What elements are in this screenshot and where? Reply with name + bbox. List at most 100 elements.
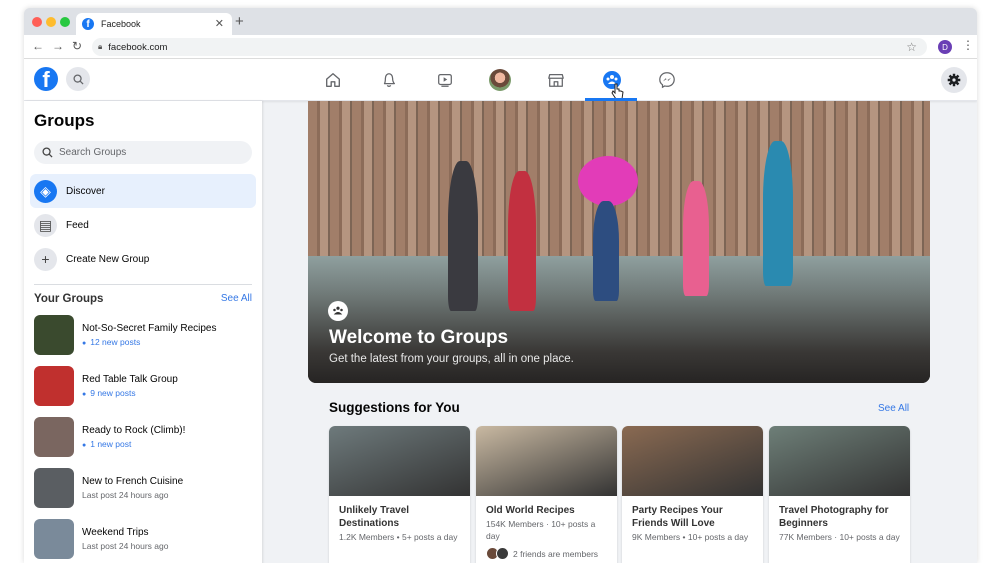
nav-messenger[interactable]: [656, 69, 678, 91]
tab-bar: f Facebook ✕ +: [24, 8, 977, 35]
nav-notifications[interactable]: [378, 69, 400, 91]
hero-figure: [448, 161, 478, 311]
arrow-right-icon[interactable]: →: [52, 39, 64, 53]
search-button[interactable]: [66, 67, 90, 91]
suggestion-card-name: Travel Photography for Beginners: [779, 505, 889, 529]
group-status: Last post 24 hours ago: [82, 490, 169, 500]
suggestion-card-image: [622, 426, 763, 496]
suggestion-card-meta: 154K Members · 10+ posts a day: [486, 519, 596, 541]
suggestion-card-meta: 77K Members · 10+ posts a day: [779, 532, 900, 542]
see-all-suggestions-link[interactable]: See All: [878, 403, 909, 414]
sidebar-item-feed[interactable]: ▤ Feed: [30, 208, 256, 242]
groups-icon: [328, 301, 348, 321]
search-placeholder: Search Groups: [59, 147, 127, 158]
group-list-item[interactable]: New to French Cuisine Last post 24 hours…: [34, 468, 252, 508]
hero-figure: [593, 201, 619, 301]
close-window-button[interactable]: [32, 17, 42, 27]
suggestion-card[interactable]: Unlikely Travel Destinations 1.2K Member…: [329, 426, 470, 563]
browser-tab[interactable]: f Facebook ✕: [76, 13, 232, 35]
suggestion-card-meta: 1.2K Members • 5+ posts a day: [339, 532, 458, 542]
group-name: Ready to Rock (Climb)!: [82, 425, 186, 436]
tab-title: Facebook: [101, 19, 141, 29]
welcome-hero-banner: Welcome to Groups Get the latest from yo…: [308, 101, 930, 383]
group-name: Not-So-Secret Family Recipes: [82, 323, 217, 334]
suggestion-card-name: Party Recipes Your Friends Will Love: [632, 505, 723, 529]
hero-pink-float: [578, 156, 638, 206]
profile-avatar: [489, 69, 511, 91]
group-thumbnail: [34, 519, 74, 559]
hero-figure: [763, 141, 793, 286]
group-thumbnail: [34, 417, 74, 457]
friends-text: 2 friends are members: [513, 548, 599, 559]
maximize-window-button[interactable]: [60, 17, 70, 27]
group-name: Red Table Talk Group: [82, 374, 178, 385]
browser-profile-avatar[interactable]: D: [938, 40, 952, 54]
store-icon: [548, 73, 564, 87]
friends-members: 2 friends are members: [486, 547, 607, 560]
browser-window: f Facebook ✕ + ← → ↻ 🔒︎ facebook.com ☆ D…: [24, 8, 977, 563]
facebook-top-nav: f: [24, 59, 977, 101]
suggestion-card-name: Old World Recipes: [486, 505, 575, 516]
sidebar-item-create-group[interactable]: + Create New Group: [30, 242, 256, 276]
group-list-item[interactable]: Red Table Talk Group 9 new posts: [34, 366, 252, 406]
url-text: facebook.com: [108, 41, 168, 53]
settings-button[interactable]: [941, 67, 967, 93]
arrow-left-icon[interactable]: ←: [32, 39, 44, 53]
new-tab-button[interactable]: +: [235, 13, 244, 30]
minimize-window-button[interactable]: [46, 17, 56, 27]
suggestion-card[interactable]: Old World Recipes 154K Members · 10+ pos…: [476, 426, 617, 563]
suggestion-card-image: [329, 426, 470, 496]
url-input[interactable]: 🔒︎ facebook.com ☆: [92, 38, 927, 56]
nav-profile[interactable]: [489, 69, 511, 91]
reload-icon[interactable]: ↻: [72, 39, 82, 53]
facebook-logo-icon[interactable]: f: [34, 67, 58, 91]
group-thumbnail: [34, 315, 74, 355]
compass-icon: ◈: [34, 179, 57, 203]
group-list-item[interactable]: Not-So-Secret Family Recipes 12 new post…: [34, 315, 252, 355]
friend-avatar: [496, 547, 509, 560]
search-groups-input[interactable]: Search Groups: [34, 141, 252, 164]
messenger-icon: [659, 72, 675, 89]
nav-marketplace[interactable]: [545, 69, 567, 91]
sidebar-item-label: Discover: [66, 185, 105, 197]
nav-watch[interactable]: [434, 69, 456, 91]
hero-subtitle: Get the latest from your groups, all in …: [329, 353, 574, 365]
hero-figure: [683, 181, 709, 296]
home-icon: [326, 73, 340, 87]
suggestion-card-meta: 9K Members • 10+ posts a day: [632, 532, 749, 542]
close-tab-icon[interactable]: ✕: [215, 17, 224, 30]
suggestion-card-image: [476, 426, 617, 496]
group-list: Not-So-Secret Family Recipes 12 new post…: [30, 315, 256, 559]
sidebar-item-label: Create New Group: [66, 253, 150, 265]
star-icon[interactable]: ☆: [906, 40, 917, 54]
your-groups-header: Your Groups See All: [34, 293, 252, 305]
suggestion-card-name: Unlikely Travel Destinations: [339, 505, 410, 529]
group-status: 1 new post: [82, 439, 185, 449]
your-groups-title: Your Groups: [34, 293, 104, 305]
facebook-favicon-icon: f: [82, 18, 94, 30]
video-play-icon: [438, 73, 452, 87]
suggestion-card-image: [769, 426, 910, 496]
sidebar-item-label: Feed: [66, 219, 89, 231]
group-status: Last post 24 hours ago: [82, 541, 169, 551]
see-all-groups-link[interactable]: See All: [221, 293, 252, 305]
sidebar-item-discover[interactable]: ◈ Discover: [30, 174, 256, 208]
plus-icon: +: [34, 247, 57, 271]
group-thumbnail: [34, 468, 74, 508]
nav-home[interactable]: [322, 69, 344, 91]
group-list-item[interactable]: Ready to Rock (Climb)! 1 new post: [34, 417, 252, 457]
group-status: 9 new posts: [82, 388, 178, 398]
bell-icon: [383, 73, 396, 87]
sidebar-title: Groups: [34, 111, 95, 130]
group-thumbnail: [34, 366, 74, 406]
lock-icon: 🔒︎: [98, 42, 103, 51]
suggestions-title: Suggestions for You: [329, 400, 460, 415]
search-icon: [72, 73, 84, 85]
hero-title: Welcome to Groups: [329, 327, 509, 348]
group-name: Weekend Trips: [82, 527, 149, 538]
kebab-icon[interactable]: ⋮: [962, 38, 974, 52]
gear-icon: [947, 73, 961, 87]
group-list-item[interactable]: Weekend Trips Last post 24 hours ago: [34, 519, 252, 559]
suggestion-card[interactable]: Travel Photography for Beginners 77K Mem…: [769, 426, 910, 563]
suggestion-card[interactable]: Party Recipes Your Friends Will Love 9K …: [622, 426, 763, 563]
